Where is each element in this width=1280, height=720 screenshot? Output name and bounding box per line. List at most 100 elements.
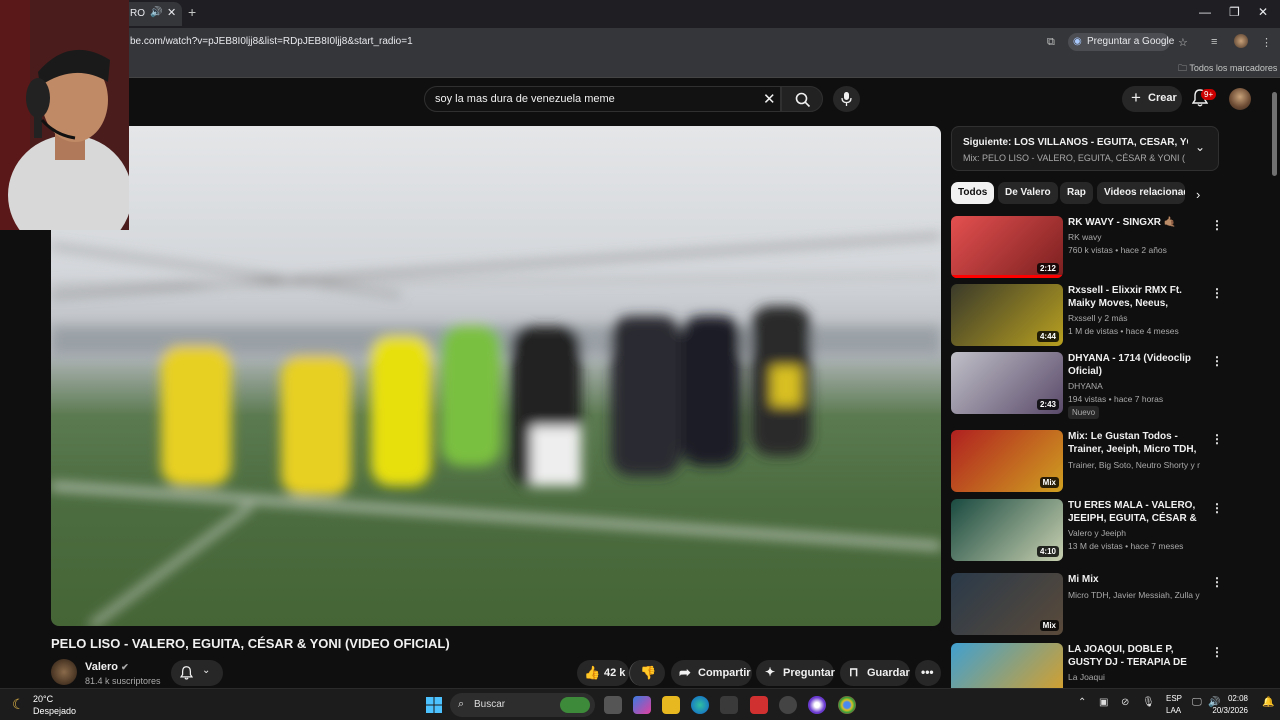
- more-icon[interactable]: ⋮: [1211, 218, 1223, 232]
- task-view-icon[interactable]: [604, 696, 622, 714]
- video-player[interactable]: [51, 126, 941, 626]
- list-item[interactable]: 2:12 RK WAVY - SINGXR 🤙🏽 RK wavy 760 k v…: [951, 216, 1223, 280]
- tray-app-icon[interactable]: ▣: [1099, 697, 1108, 708]
- chevron-down-icon[interactable]: ⌄: [1195, 140, 1205, 154]
- chip-todos[interactable]: Todos: [951, 182, 995, 204]
- close-window-button[interactable]: ✕: [1258, 5, 1268, 19]
- video-meta: 13 M de vistas • hace 7 meses: [1068, 541, 1184, 551]
- thumbs-down-icon: 👎: [640, 665, 657, 680]
- widgets-icon[interactable]: [633, 696, 651, 714]
- more-icon[interactable]: ⋮: [1211, 501, 1223, 515]
- up-next-card[interactable]: Siguiente: LOS VILLANOS - EGUITA, CESAR,…: [951, 126, 1219, 171]
- video-thumbnail[interactable]: Mix: [951, 573, 1063, 635]
- bookmarks-bar: 🗀 Todos los marcadores: [0, 56, 1280, 78]
- all-bookmarks-link[interactable]: 🗀 Todos los marcadores: [1178, 61, 1277, 77]
- list-item[interactable]: Mix Mix: Le Gustan Todos - Trainer, Jeei…: [951, 430, 1223, 494]
- input-layout[interactable]: LAA: [1166, 706, 1181, 715]
- chip-rap[interactable]: Rap: [1060, 182, 1093, 204]
- chip-videos-relacionados[interactable]: Videos relacionados: [1097, 182, 1185, 204]
- clear-search-icon[interactable]: ✕: [763, 90, 776, 108]
- list-item[interactable]: Mix Mi Mix Micro TDH, Javier Messiah, Zu…: [951, 573, 1223, 637]
- store-icon[interactable]: [720, 696, 738, 714]
- video-title: PELO LISO - VALERO, EGUITA, CÉSAR & YONI…: [51, 636, 450, 651]
- file-explorer-icon[interactable]: [662, 696, 680, 714]
- more-icon[interactable]: ⋮: [1211, 432, 1223, 446]
- new-tab-button[interactable]: +: [188, 4, 196, 20]
- search-box[interactable]: soy la mas dura de venezuela meme ✕: [424, 86, 781, 112]
- channel-avatar[interactable]: [51, 659, 77, 685]
- more-icon[interactable]: ⋮: [1211, 354, 1223, 368]
- mix-badge: Mix: [1039, 620, 1059, 631]
- install-app-icon[interactable]: ⧉: [1047, 36, 1055, 49]
- more-icon[interactable]: ⋮: [1211, 575, 1223, 589]
- taskbar-search[interactable]: ⌕ Buscar: [450, 693, 595, 717]
- dislike-button[interactable]: 👎: [629, 660, 665, 686]
- more-actions-button[interactable]: •••: [915, 660, 941, 686]
- video-thumbnail[interactable]: [951, 643, 1063, 688]
- save-button[interactable]: ⊓ Guardar: [840, 660, 910, 686]
- search-button[interactable]: [781, 86, 823, 112]
- like-button[interactable]: 👍 42 k: [577, 660, 629, 686]
- network-icon[interactable]: 🖵: [1192, 697, 1202, 708]
- streamer-image: [0, 0, 129, 230]
- share-icon: ➦: [679, 664, 691, 680]
- tray-mute-icon[interactable]: ⊘: [1121, 697, 1129, 708]
- search-icon: ⌕: [458, 698, 465, 710]
- search-input[interactable]: soy la mas dura de venezuela meme: [435, 93, 615, 105]
- channel-name: Rxssell y 2 más: [1068, 313, 1200, 323]
- duration-badge: 2:12: [1036, 263, 1059, 274]
- page-scrollbar[interactable]: [1272, 92, 1277, 176]
- browser-tab-active[interactable]: RO 🔊 ✕: [120, 2, 182, 26]
- wps-office-icon[interactable]: [750, 696, 768, 714]
- account-avatar[interactable]: [1229, 88, 1251, 110]
- clock-date[interactable]: 20/3/2026: [1212, 706, 1248, 715]
- more-icon[interactable]: ⋮: [1211, 286, 1223, 300]
- reading-list-icon[interactable]: ≡: [1211, 36, 1217, 48]
- profile-avatar[interactable]: [1234, 34, 1248, 48]
- more-icon: •••: [921, 665, 934, 679]
- subscribed-bell-button[interactable]: ⌄: [171, 660, 223, 686]
- bookmark-star-icon[interactable]: ☆: [1178, 36, 1188, 49]
- chevron-right-icon[interactable]: ›: [1196, 187, 1200, 202]
- save-label: Guardar: [867, 667, 910, 679]
- video-thumbnail[interactable]: Mix: [951, 430, 1063, 492]
- speaker-icon[interactable]: 🔊: [150, 7, 162, 18]
- video-thumbnail[interactable]: 4:10: [951, 499, 1063, 561]
- video-thumbnail[interactable]: 2:12: [951, 216, 1063, 278]
- list-item[interactable]: LA JOAQUI, DOBLE P, GUSTY DJ - TERAPIA D…: [951, 643, 1219, 688]
- tray-microphone-icon[interactable]: 🎙: [1142, 697, 1155, 708]
- url-field[interactable]: be.com/watch?v=pJEB8I0ljj8&list=RDpJEB8I…: [130, 36, 413, 47]
- watch-progress-bar: [951, 275, 1063, 278]
- share-button[interactable]: ➦ Compartir: [671, 660, 752, 686]
- video-thumbnail[interactable]: 2:43: [951, 352, 1063, 414]
- tray-chevron-up-icon[interactable]: ⌃: [1078, 697, 1086, 708]
- clock-time[interactable]: 02:08: [1220, 694, 1248, 703]
- video-title: DHYANA - 1714 (Videoclip Oficial): [1068, 353, 1192, 377]
- chrome-icon[interactable]: [838, 696, 856, 714]
- list-item[interactable]: 2:43 DHYANA - 1714 (Videoclip Oficial) D…: [951, 352, 1223, 419]
- voice-search-button[interactable]: [833, 86, 860, 112]
- obs-icon[interactable]: [808, 696, 826, 714]
- chip-de-valero[interactable]: De Valero: [998, 182, 1058, 204]
- channel-name[interactable]: Valero ✔: [85, 661, 129, 673]
- up-next-title: Siguiente: LOS VILLANOS - EGUITA, CESAR,…: [963, 137, 1188, 148]
- input-language[interactable]: ESP: [1166, 694, 1182, 703]
- notifications-icon[interactable]: 🔔: [1262, 697, 1274, 708]
- list-item[interactable]: 4:44 Rxssell - Elixxir RMX Ft. Maiky Mov…: [951, 284, 1223, 348]
- minimize-button[interactable]: —: [1199, 5, 1211, 19]
- video-thumbnail[interactable]: 4:44: [951, 284, 1063, 346]
- steam-icon[interactable]: [779, 696, 797, 714]
- browser-menu-icon[interactable]: ⋮: [1261, 36, 1272, 49]
- restore-button[interactable]: ❐: [1229, 5, 1240, 19]
- plus-icon: +: [1131, 88, 1141, 107]
- create-button[interactable]: + Crear: [1122, 86, 1182, 112]
- ask-google-label: Preguntar a Google: [1087, 36, 1175, 47]
- ask-google-button[interactable]: ◉ Preguntar a Google: [1068, 33, 1174, 51]
- list-item[interactable]: 4:10 TU ERES MALA - VALERO, JEEIPH, EGUI…: [951, 499, 1223, 563]
- edge-icon[interactable]: [691, 696, 709, 714]
- more-icon[interactable]: ⋮: [1211, 645, 1219, 659]
- windows-start-icon[interactable]: [426, 697, 442, 713]
- ask-button[interactable]: ✦ Preguntar: [756, 660, 835, 686]
- tab-close-icon[interactable]: ✕: [167, 6, 176, 19]
- weather-status: Despejado: [33, 706, 77, 716]
